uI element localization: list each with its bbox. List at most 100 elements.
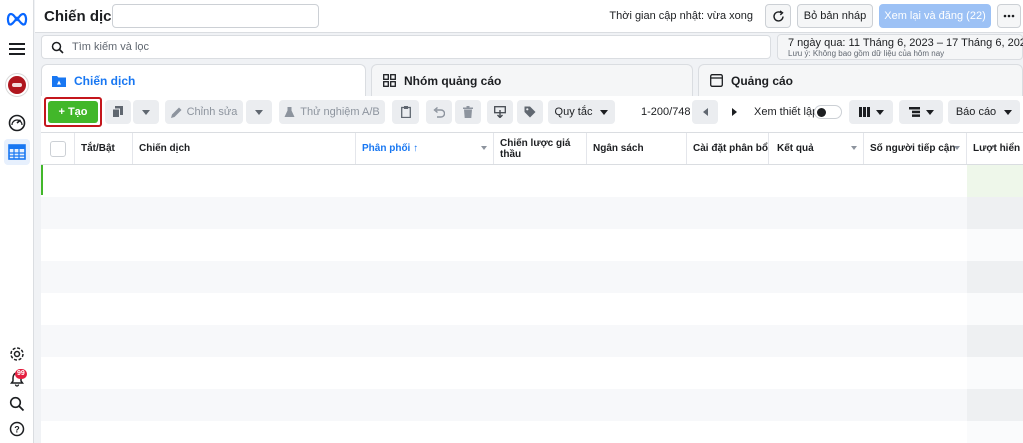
create-button[interactable]: + Tạo [48,101,98,123]
page-title: Chiến dịch [44,8,121,25]
column-header-campaign[interactable]: Chiến dịch [133,133,356,164]
column-header-impressions[interactable]: Lượt hiển th [967,133,1023,164]
search-row: Tìm kiếm và lọc 7 ngày qua: 11 Tháng 6, … [35,33,1023,61]
more-options-button[interactable] [997,4,1021,28]
column-header-budget[interactable]: Ngân sách [587,133,687,164]
ab-test-button[interactable]: Thử nghiệm A/B [279,100,385,124]
column-header-bid-strategy[interactable]: Chiến lược giá thầu [494,133,587,164]
rules-label: Quy tắc [554,106,593,118]
table-row-metric-cell [967,197,1023,229]
edit-button[interactable]: Chỉnh sửa [165,100,243,124]
table-row-metric-cell [967,293,1023,325]
folder-icon [52,74,66,88]
caret-down-icon [1004,109,1013,115]
select-all-checkbox-cell [41,133,75,164]
view-setup-toggle[interactable] [814,105,842,119]
table-row [41,261,967,293]
column-header-results[interactable]: Kết quả [769,133,864,164]
ads-manager-table-icon[interactable] [4,139,30,165]
table-header: Tắt/Bật Chiến dịch Phân phối ↑ Chiến lượ… [41,132,1023,165]
column-header-reach[interactable]: Số người tiếp cận [864,133,967,164]
caret-left-icon [702,108,708,116]
view-setup-label: Xem thiết lập [754,106,819,118]
svg-text:?: ? [14,425,20,435]
table-row-metric-cell [967,229,1023,261]
reports-label: Báo cáo [955,106,997,118]
table-row [41,293,967,325]
column-header-attribution[interactable]: Cài đặt phân bổ [687,133,769,164]
refresh-button[interactable] [765,4,791,28]
rules-dropdown[interactable]: Quy tắc [548,100,615,124]
next-page-button[interactable] [721,100,747,124]
caret-down-icon [851,146,857,150]
tab-ad-sets[interactable]: Nhóm quảng cáo [371,64,693,96]
caret-down-icon [600,109,609,115]
column-header-delivery[interactable]: Phân phối ↑ [356,133,494,164]
trash-icon [463,106,473,118]
dashboard-gauge-icon[interactable] [4,110,30,136]
column-header-toggle[interactable]: Tắt/Bật [75,133,133,164]
table-row [41,325,967,357]
breakdown-dropdown[interactable] [899,100,943,124]
column-header-attribution-label: Cài đặt phân bổ [693,143,768,154]
duplicate-icon [112,106,123,118]
edit-dropdown-button[interactable] [246,100,272,124]
clipboard-button[interactable] [392,100,419,124]
tag-button[interactable] [517,100,543,124]
table-row-metric-cell [967,389,1023,421]
undo-button[interactable] [426,100,452,124]
date-range-picker[interactable]: 7 ngày qua: 11 Tháng 6, 2023 – 17 Tháng … [777,34,1023,60]
table-row [41,165,967,197]
table-row-metric-cell [967,325,1023,357]
search-filter-input[interactable]: Tìm kiếm và lọc [41,35,771,59]
refresh-icon [772,9,784,22]
campaigns-panel: + Tạo Chỉnh sửa Thử nghiệm A/B Quy tắc 1… [41,96,1023,443]
table-row-metric-cell [967,261,1023,293]
pagination-count: 1-200/748 [641,106,691,118]
search-placeholder: Tìm kiếm và lọc [72,41,150,53]
caret-down-icon [481,146,487,150]
column-header-delivery-label: Phân phối ↑ [362,143,419,154]
date-range-label: 7 ngày qua: 11 Tháng 6, 2023 – 17 Tháng … [788,37,1023,49]
tab-campaigns[interactable]: Chiến dịch [41,64,366,96]
caret-down-icon [255,109,263,115]
column-header-budget-label: Ngân sách [593,143,644,154]
duplicate-button[interactable] [105,100,131,124]
tab-ads-label: Quảng cáo [731,73,794,88]
discard-drafts-button[interactable]: Bỏ bản nháp [797,4,873,28]
duplicate-dropdown-button[interactable] [133,100,159,124]
tab-ads[interactable]: Quảng cáo [698,64,1023,96]
table-row [41,229,967,261]
table-row-metric-cell [967,165,1023,197]
edit-button-label: Chỉnh sửa [186,106,238,118]
action-toolbar: + Tạo Chỉnh sửa Thử nghiệm A/B Quy tắc 1… [41,96,1023,132]
column-header-results-label: Kết quả [777,143,814,154]
help-icon[interactable]: ? [4,416,30,442]
review-and-publish-button[interactable]: Xem lại và đăng (22) [879,4,991,28]
caret-down-icon [954,146,960,150]
select-all-checkbox[interactable] [49,140,66,157]
table-row [41,389,967,421]
caret-right-icon [731,108,737,116]
undo-icon [433,106,445,118]
meta-logo-icon[interactable] [4,6,30,32]
columns-icon [858,107,870,117]
prev-page-button[interactable] [692,100,718,124]
date-range-note: Lưu ý: Không bao gồm dữ liệu của hôm nay [788,49,945,58]
table-row-metric-cell [967,357,1023,389]
account-avatar[interactable] [4,72,30,98]
menu-icon[interactable] [4,36,30,62]
export-button[interactable] [487,100,513,124]
columns-dropdown[interactable] [849,100,893,124]
table-row [41,421,967,443]
campaign-name-input[interactable] [112,4,319,28]
left-sidebar: 99 ? [0,0,34,443]
export-icon [494,106,506,118]
notification-count-badge: 99 [15,369,27,379]
search-icon[interactable] [4,391,30,417]
table-row-metric-cell [967,421,1023,443]
reports-dropdown[interactable]: Báo cáo [948,100,1020,124]
delete-button[interactable] [455,100,481,124]
settings-gear-icon[interactable] [4,341,30,367]
more-dots-icon [1003,14,1015,18]
